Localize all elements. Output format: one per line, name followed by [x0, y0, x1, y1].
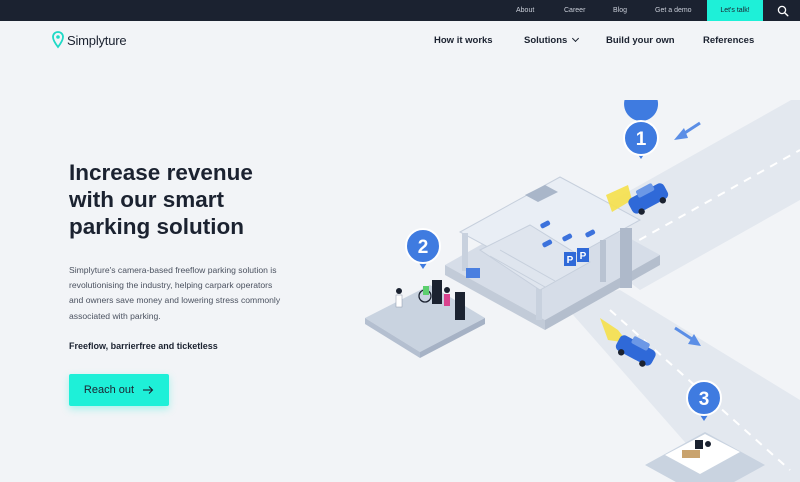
person-icon — [444, 287, 450, 293]
topbar-link-about[interactable]: About — [516, 0, 534, 21]
garage-pillar — [600, 240, 606, 282]
person-icon — [705, 441, 711, 447]
marker-number: 3 — [699, 389, 710, 410]
chevron-down-icon — [572, 34, 580, 43]
logo[interactable]: Simplyture — [52, 30, 127, 50]
hero-description: Simplyture's camera-based freeflow parki… — [69, 263, 319, 324]
person-body — [423, 286, 429, 295]
marker-2: 2 — [405, 228, 441, 269]
person-body — [444, 294, 450, 306]
office-desk — [682, 450, 700, 458]
marker-number: 2 — [418, 237, 429, 258]
hero-description-line: revolutionising the industry, helping ca… — [69, 280, 273, 291]
hero-description-line: and owners save money and lowering stres… — [69, 295, 281, 306]
parking-illustration: P P 1 2 3 — [365, 100, 800, 482]
nav-references[interactable]: References — [703, 35, 754, 46]
garage-pillar — [462, 233, 468, 271]
marker-number: 1 — [636, 129, 647, 150]
top-bar: About Career Blog Get a demo Let's talk! — [0, 0, 800, 21]
nav-build-your-own[interactable]: Build your own — [606, 35, 675, 46]
topbar-link-blog[interactable]: Blog — [613, 0, 627, 21]
hero-title-line: with our smart — [69, 187, 225, 212]
office-monitor — [695, 440, 703, 449]
kiosk-platform — [365, 285, 485, 352]
marker-1: 1 — [623, 100, 659, 159]
hero-title-line: Increase revenue — [69, 160, 253, 185]
reach-out-label: Reach out — [83, 384, 135, 396]
topbar-link-get-a-demo[interactable]: Get a demo — [655, 0, 692, 21]
hero-description-line: Simplyture's camera-based freeflow parki… — [69, 265, 277, 275]
topbar-link-career[interactable]: Career — [564, 0, 585, 21]
parking-sign-label: P — [580, 251, 587, 262]
nav-how-it-works[interactable]: How it works — [434, 35, 493, 46]
nav-solutions-label: Solutions — [524, 35, 568, 46]
person-body — [395, 294, 403, 308]
nav-solutions[interactable]: Solutions — [524, 34, 580, 46]
arrow-right-icon — [143, 386, 154, 394]
hero-title: Increase revenue with our smart parking … — [69, 159, 329, 240]
hero-title-line: parking solution — [69, 214, 245, 239]
lets-talk-button[interactable]: Let's talk! — [707, 0, 763, 21]
direction-arrow-icon — [674, 121, 701, 140]
search-icon[interactable] — [777, 5, 789, 17]
kiosk-machine — [455, 292, 465, 320]
hero-description-line: associated with parking. — [69, 310, 161, 321]
garage-sign — [466, 268, 480, 278]
reach-out-button[interactable]: Reach out — [69, 374, 169, 406]
hero-tagline: Freeflow, barrierfree and ticketless — [69, 341, 218, 351]
person-icon — [396, 288, 402, 294]
logo-text: Simplyture — [67, 32, 127, 48]
parking-sign-label: P — [567, 255, 574, 266]
location-pin-icon — [52, 31, 64, 49]
kiosk-machine — [432, 280, 442, 304]
garage-tower — [620, 228, 632, 288]
